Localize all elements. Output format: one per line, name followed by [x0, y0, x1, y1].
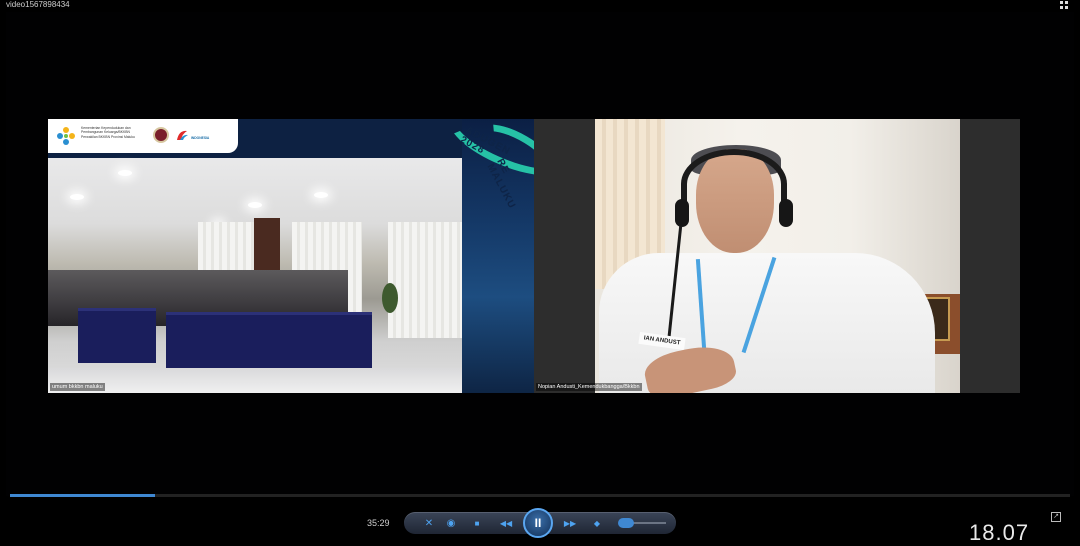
regional-seal-icon	[153, 127, 169, 143]
stop-icon[interactable]: ■	[468, 512, 486, 534]
window-title: video1567898434	[6, 0, 70, 9]
media-control-bar: ✕ ◉ ■ ◀◀ II ▶▶ ◆	[404, 508, 676, 538]
volume-knob[interactable]	[618, 518, 634, 528]
fast-forward-icon[interactable]: ▶▶	[558, 512, 582, 534]
speaker-person: IAN ANDUST	[595, 145, 960, 393]
grid-view-icon[interactable]	[1060, 1, 1068, 9]
elapsed-time: 35:29	[367, 518, 390, 528]
participant-name-label: umum bkkbn maluku	[50, 383, 105, 391]
pause-button[interactable]: II	[523, 508, 553, 538]
participant-tile-speaker[interactable]: IAN ANDUST Nopian Andusti_Kemendukbangga…	[534, 119, 1020, 393]
shuffle-icon[interactable]: ✕	[420, 512, 438, 534]
participant-tile-room[interactable]: Kementerian Kependudukan dan Pembangunan…	[48, 119, 534, 393]
seek-bar-progress	[10, 494, 156, 497]
rewind-icon[interactable]: ◀◀	[494, 512, 518, 534]
repeat-icon[interactable]: ◉	[442, 512, 460, 534]
headset-icon	[681, 149, 787, 219]
system-clock: 18.07	[969, 520, 1030, 545]
seek-bar[interactable]	[10, 494, 1070, 497]
next-icon[interactable]: ◆	[588, 512, 606, 534]
bkkbn-logo-icon	[57, 127, 75, 145]
bkkbn-brand-header: Kementerian Kependudukan dan Pembangunan…	[48, 119, 238, 153]
indonesia-logo-icon	[177, 130, 188, 140]
speaker-video: IAN ANDUST	[595, 119, 960, 393]
window-title-bar: video1567898434	[0, 0, 1080, 12]
conference-room-video	[48, 158, 462, 393]
expand-icon[interactable]: ↗	[1051, 512, 1061, 522]
participant-name-label: Nopian Andusti_Kemendukbangga/Bkkbn	[536, 383, 642, 391]
